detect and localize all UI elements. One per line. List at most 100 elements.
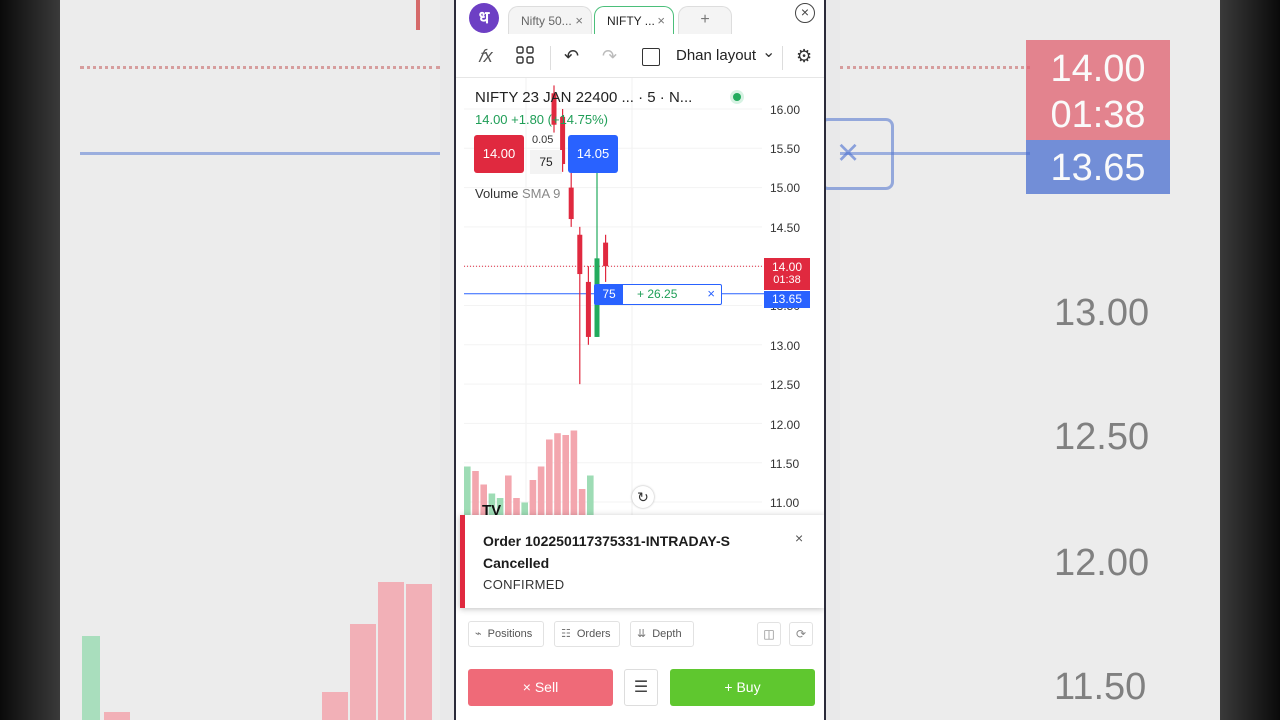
grid-layout-icon[interactable] xyxy=(516,46,534,69)
candle-countdown: 01:38 xyxy=(773,274,801,286)
dhan-logo[interactable]: ध xyxy=(469,3,499,33)
trade-action-bar: × Sell ☰ + Buy xyxy=(456,660,824,720)
close-notification-icon[interactable]: × xyxy=(795,530,803,546)
market-status-dot-icon xyxy=(730,90,744,104)
settings-gear-icon[interactable]: ⚙ xyxy=(796,46,812,67)
y-axis-label: 15.50 xyxy=(770,142,801,156)
volume-bar xyxy=(521,502,528,516)
candle-body xyxy=(585,281,591,337)
y-axis-label: 11.50 xyxy=(770,457,800,471)
depth-icon: ⇊ xyxy=(637,628,647,640)
chart-toolbar: 𝑓x ↶ ↷ Dhan layout ⌄ ⚙ xyxy=(456,38,824,78)
background-close-mark: × xyxy=(820,118,894,190)
volume-bar xyxy=(562,435,569,516)
close-position-icon[interactable]: × xyxy=(707,286,715,301)
volume-bar xyxy=(513,498,520,516)
order-options-icon[interactable]: ☰ xyxy=(624,669,658,706)
background-price-line xyxy=(80,66,440,69)
trading-app-window: ध Nifty 50... × NIFTY ... × + × 𝑓x ↶ ↷ D… xyxy=(454,0,826,720)
split-view-icon[interactable]: ◫ xyxy=(757,622,781,646)
tab-label: Nifty 50... xyxy=(521,14,572,28)
refresh-icon[interactable]: ⟳ xyxy=(789,622,813,646)
notification-status: CONFIRMED xyxy=(483,577,565,592)
background-edge-right xyxy=(1220,0,1280,720)
last-price-value: 14.00 xyxy=(771,260,803,274)
background-volume-bar xyxy=(82,636,100,720)
candle-body xyxy=(603,242,609,267)
depth-tab[interactable]: ⇊ Depth xyxy=(630,621,694,647)
background-edge-left xyxy=(0,0,60,720)
volume-label: Volume xyxy=(475,186,519,201)
tab-nifty-option[interactable]: NIFTY ... × xyxy=(594,6,674,34)
redo-icon[interactable]: ↷ xyxy=(602,46,617,67)
buy-button[interactable]: + Buy xyxy=(670,669,815,706)
depth-label: Depth xyxy=(652,628,682,640)
background-volume-bar xyxy=(104,712,130,720)
background-candle xyxy=(416,0,420,30)
tab-bar: ध Nifty 50... × NIFTY ... × + × xyxy=(456,0,824,38)
quick-quantity-field[interactable]: 75 xyxy=(530,150,562,174)
volume-bar xyxy=(505,475,512,516)
background-price-tag-time: 01:38 xyxy=(1050,94,1146,136)
chevron-down-icon[interactable]: ⌄ xyxy=(762,42,775,62)
layout-square-icon[interactable] xyxy=(642,48,660,66)
quick-sell-price-button[interactable]: 14.00 xyxy=(474,135,524,173)
screen: × 14.00 01:38 13.65 13.00 12.50 12.00 11… xyxy=(0,0,1280,720)
tab-nifty-50[interactable]: Nifty 50... × xyxy=(508,6,592,34)
background-price-tag: 14.00 01:38 xyxy=(1026,40,1170,140)
y-axis-label: 11.00 xyxy=(770,496,800,510)
quick-buy-price-button[interactable]: 14.05 xyxy=(568,135,618,173)
volume-bar xyxy=(464,466,471,516)
background-position-line xyxy=(80,152,440,155)
undo-icon[interactable]: ↶ xyxy=(564,46,579,67)
volume-bar xyxy=(472,471,479,516)
price-change: 14.00 +1.80 (+14.75%) xyxy=(475,112,608,127)
volume-bar xyxy=(546,439,553,516)
background-position-tag: 13.65 xyxy=(1026,140,1170,194)
background-y-label: 12.50 xyxy=(1054,416,1150,458)
reset-chart-icon[interactable]: ↻ xyxy=(632,486,654,508)
background-volume-bar xyxy=(378,582,404,720)
volume-bar xyxy=(537,466,545,516)
layout-selector[interactable]: Dhan layout xyxy=(676,47,756,64)
y-axis-label: 12.50 xyxy=(770,378,801,392)
y-axis-label: 15.00 xyxy=(770,181,801,195)
last-price-tag: 14.00 01:38 xyxy=(764,258,810,290)
volume-bar xyxy=(587,475,594,516)
bottom-panel-tabs: ⌁ Positions ☷ Orders ⇊ Depth ◫ ⟳ xyxy=(456,612,824,658)
notification-title: Order 102250117375331-INTRADAY-S Cancell… xyxy=(483,533,730,571)
background-volume-bar xyxy=(350,624,376,720)
volume-indicator: SMA 9 xyxy=(522,186,561,201)
close-window-icon[interactable]: × xyxy=(795,3,815,23)
tradingview-logo: TV xyxy=(482,502,502,516)
price-chart[interactable]: NIFTY 23 JAN 22400 ... · 5 · N... 14.00 … xyxy=(464,78,822,516)
position-price-tag: 13.65 xyxy=(764,291,810,308)
background-y-label: 12.00 xyxy=(1054,542,1150,584)
background-y-label: 13.00 xyxy=(1054,292,1150,334)
positions-tab[interactable]: ⌁ Positions xyxy=(468,621,544,647)
y-axis-label: 14.50 xyxy=(770,221,801,235)
orders-list-icon: ☷ xyxy=(561,628,571,640)
volume-bar xyxy=(529,480,537,516)
order-notification: Order 102250117375331-INTRADAY-S Cancell… xyxy=(460,515,824,608)
orders-tab[interactable]: ☷ Orders xyxy=(554,621,620,647)
positions-icon: ⌁ xyxy=(475,628,482,640)
volume-bar xyxy=(570,430,578,516)
volume-bar xyxy=(554,433,561,516)
position-quantity: 75 xyxy=(595,285,623,304)
candle-body xyxy=(577,234,583,275)
position-line-label[interactable]: 75 + 26.25 × xyxy=(594,284,722,305)
close-tab-icon[interactable]: × xyxy=(657,13,665,28)
y-axis-label: 16.00 xyxy=(770,103,801,117)
background-volume-bar xyxy=(322,692,348,720)
background-y-label: 11.50 xyxy=(1054,666,1147,708)
symbol-title: NIFTY 23 JAN 22400 ... · 5 · N... xyxy=(475,89,693,106)
sell-button[interactable]: × Sell xyxy=(468,669,613,706)
layout-label: Dhan layout xyxy=(676,47,757,64)
add-tab-button[interactable]: + xyxy=(678,6,732,34)
toolbar-divider xyxy=(550,46,551,70)
background-price-tag-value: 14.00 xyxy=(1050,48,1146,90)
volume-bar xyxy=(578,489,586,516)
close-tab-icon[interactable]: × xyxy=(575,13,583,28)
indicators-fx-icon[interactable]: 𝑓x xyxy=(478,46,493,67)
